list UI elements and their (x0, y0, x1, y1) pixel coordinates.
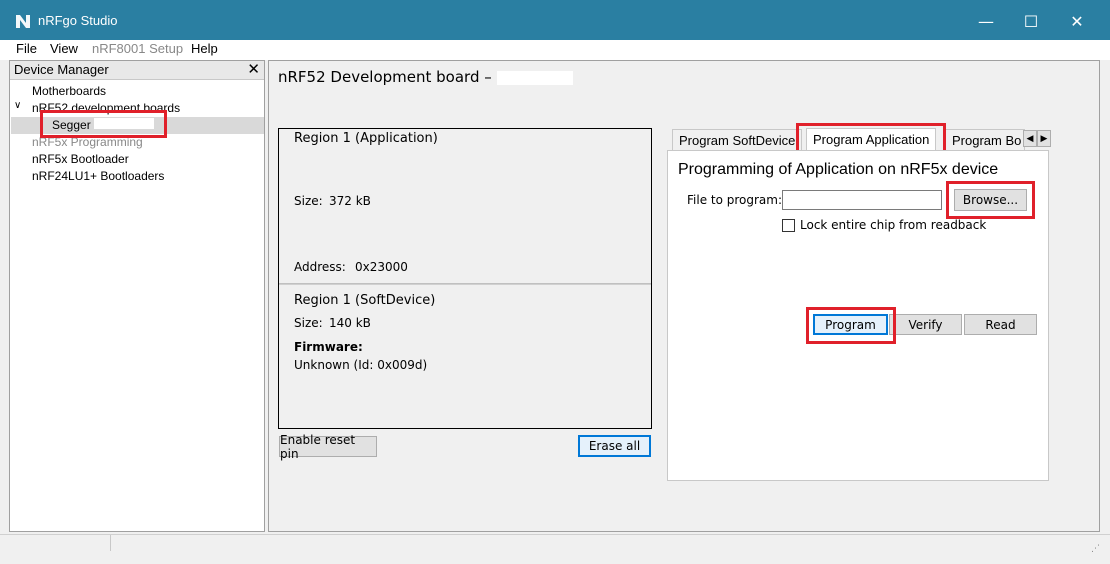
region-app-size-value: 372 kB (329, 194, 371, 208)
menu-help[interactable]: Help (191, 41, 218, 56)
region-app-size-label: Size: (294, 194, 323, 208)
lock-chip-label: Lock entire chip from readback (800, 218, 987, 232)
chevron-down-icon[interactable]: ∨ (14, 100, 21, 111)
erase-all-button[interactable]: Erase all (578, 435, 651, 457)
maximize-button[interactable]: ☐ (1016, 8, 1046, 34)
tab-program-bootloader[interactable]: Program Bo (945, 129, 1025, 151)
lock-chip-checkbox[interactable] (782, 219, 795, 232)
status-divider (110, 535, 111, 551)
region-softdevice-title: Region 1 (SoftDevice) (294, 293, 436, 308)
pane-title: Programming of Application on nRF5x devi… (678, 161, 999, 178)
firmware-label: Firmware: (294, 340, 363, 354)
tab-program-softdevice[interactable]: Program SoftDevice (672, 129, 803, 151)
highlight-program-button (806, 307, 896, 344)
menu-bar: File View nRF8001 Setup Help (0, 40, 1110, 60)
minimize-button[interactable]: — (971, 8, 1001, 34)
tab-scroller: ◀ ▶ (1023, 130, 1051, 147)
close-window-button[interactable]: ✕ (1062, 8, 1092, 34)
nrfgo-logo-icon (16, 15, 30, 28)
device-manager-header: Device Manager ✕ (10, 61, 264, 80)
close-panel-icon[interactable]: ✕ (247, 60, 260, 78)
title-bar: nRFgo Studio — ☐ ✕ (0, 0, 1110, 40)
file-to-program-label: File to program: (687, 193, 783, 207)
highlight-browse-button (946, 181, 1035, 219)
menu-nrf8001-setup[interactable]: nRF8001 Setup (92, 41, 183, 56)
file-to-program-input[interactable] (782, 190, 942, 210)
highlight-segger (40, 110, 167, 138)
region-app-address-label: Address: (294, 260, 346, 274)
region-app-address-value: 0x23000 (355, 260, 408, 274)
tree-item-nrf5x-bootloader[interactable]: nRF5x Bootloader (32, 152, 129, 166)
device-manager-title: Device Manager (14, 62, 109, 77)
scroll-right-icon[interactable]: ▶ (1037, 130, 1051, 147)
firmware-value: Unknown (Id: 0x009d) (294, 358, 428, 372)
tree-item-motherboards[interactable]: Motherboards (32, 84, 106, 98)
menu-file[interactable]: File (16, 41, 37, 56)
region-divider (279, 283, 651, 285)
window-title: nRFgo Studio (38, 13, 118, 28)
board-title-text: nRF52 Development board – (278, 68, 492, 86)
redacted-board-serial (496, 70, 573, 85)
status-bar: ⋰ (0, 534, 1110, 564)
enable-reset-pin-button[interactable]: Enable reset pin (279, 433, 377, 461)
tree-item-nrf24lu1-bootloaders[interactable]: nRF24LU1+ Bootloaders (32, 169, 164, 183)
menu-view[interactable]: View (50, 41, 78, 56)
board-title: nRF52 Development board – (278, 68, 573, 86)
verify-button[interactable]: Verify (889, 314, 962, 335)
read-button[interactable]: Read (964, 314, 1037, 335)
resize-grip-icon[interactable]: ⋰ (1091, 544, 1100, 554)
region-application-title: Region 1 (Application) (294, 131, 438, 146)
scroll-left-icon[interactable]: ◀ (1023, 130, 1037, 147)
region-sd-size-label: Size: (294, 316, 323, 330)
region-sd-size-value: 140 kB (329, 316, 371, 330)
memory-regions-box: Region 1 (Application) Size: 372 kB Addr… (278, 128, 652, 429)
